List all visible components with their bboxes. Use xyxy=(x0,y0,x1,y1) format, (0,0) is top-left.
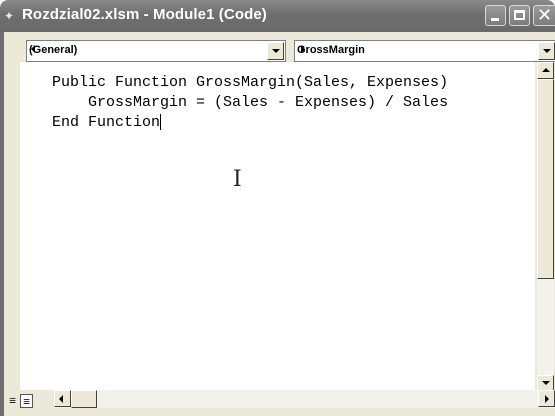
title-bar[interactable]: ✦ Rozdzial02.xlsm - Module1 (Code) ✕ xyxy=(0,0,555,32)
scroll-left-button[interactable] xyxy=(54,390,71,407)
vertical-scrollbar[interactable] xyxy=(537,62,554,392)
vertical-scroll-thumb[interactable] xyxy=(537,79,554,279)
procedure-combo-value: GrossMargin xyxy=(297,44,365,56)
object-combo-value: (General) xyxy=(29,44,78,56)
scroll-right-button[interactable] xyxy=(538,390,555,407)
text-caret xyxy=(160,114,162,131)
close-button[interactable]: ✕ xyxy=(533,5,555,26)
procedure-combo-dropdown-icon[interactable] xyxy=(538,42,555,60)
maximize-button[interactable] xyxy=(509,5,530,26)
code-text[interactable]: Public Function GrossMargin(Sales, Expen… xyxy=(52,73,448,133)
ibeam-cursor-icon: I xyxy=(233,167,242,192)
full-module-view-icon[interactable]: ≡ xyxy=(20,394,33,408)
code-line-1: Public Function GrossMargin(Sales, Expen… xyxy=(52,74,449,91)
minimize-icon xyxy=(491,18,499,21)
procedure-view-icon[interactable]: ≡ xyxy=(6,394,19,408)
horizontal-scrollbar[interactable] xyxy=(54,390,555,408)
code-line-3: End Function xyxy=(52,114,161,131)
maximize-icon xyxy=(514,10,525,20)
vba-module-icon: ✦ xyxy=(4,9,15,23)
scroll-up-button[interactable] xyxy=(537,62,554,79)
object-combo[interactable]: (General) xyxy=(26,40,286,62)
code-line-2: GrossMargin = (Sales - Expenses) / Sales xyxy=(52,94,449,111)
window-title: Rozdzial02.xlsm - Module1 (Code) xyxy=(22,6,267,23)
procedure-combo[interactable]: GrossMargin xyxy=(294,40,555,62)
object-combo-dropdown-icon[interactable] xyxy=(267,42,284,60)
horizontal-scroll-thumb[interactable] xyxy=(71,390,97,408)
close-icon: ✕ xyxy=(537,5,553,26)
minimize-button[interactable] xyxy=(485,5,506,26)
